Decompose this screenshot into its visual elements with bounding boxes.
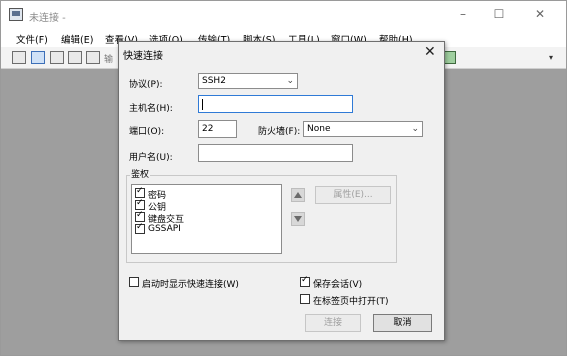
connect-icon[interactable]: [12, 51, 26, 64]
auth-item-label: GSSAPI: [148, 224, 181, 234]
port-value: 22: [202, 124, 214, 134]
chevron-down-icon: ⌄: [286, 76, 294, 86]
hostname-input[interactable]: [198, 95, 353, 113]
keyboard-interactive-checkbox[interactable]: [135, 210, 145, 222]
close-window-button[interactable]: ✕: [529, 5, 551, 23]
gssapi-checkbox[interactable]: [135, 222, 145, 234]
port-label: 端口(O):: [129, 127, 165, 137]
firewall-value: None: [307, 124, 331, 134]
app-window: 未连接 - – ☐ ✕ 文件(F) 编辑(E) 查看(V) 选项(O) 传输(T…: [0, 0, 567, 356]
password-checkbox[interactable]: [135, 186, 145, 198]
toolbar-partial-label: 输: [104, 55, 114, 65]
firewall-label: 防火墙(F):: [258, 127, 301, 137]
minimize-button[interactable]: –: [452, 5, 474, 23]
auth-method-list: 密码 公钥 键盘交互 GSSAPI: [131, 184, 282, 254]
move-up-icon[interactable]: [291, 188, 305, 202]
open-in-tab-label: 在标签页中打开(T): [313, 297, 389, 307]
maximize-button[interactable]: ☐: [488, 5, 510, 23]
show-on-startup-label: 启动时显示快速连接(W): [142, 280, 239, 290]
properties-button[interactable]: 属性(E)...: [315, 186, 391, 204]
protocol-label: 协议(P):: [129, 80, 163, 90]
save-session-label: 保存会话(V): [313, 280, 363, 290]
dialog-title: 快速连接: [123, 51, 163, 62]
disconnect-icon[interactable]: [86, 51, 100, 64]
chevron-down-icon: ⌄: [411, 124, 419, 134]
title-bar: 未连接 - – ☐ ✕: [1, 1, 566, 29]
cancel-button[interactable]: 取消: [373, 314, 432, 332]
save-session-checkbox[interactable]: [300, 275, 310, 287]
username-input[interactable]: [198, 144, 353, 162]
toolbar-overflow-icon[interactable]: ▾: [549, 53, 553, 62]
menu-edit[interactable]: 编辑(E): [61, 32, 93, 46]
port-input[interactable]: 22: [198, 120, 237, 138]
window-title: 未连接 -: [29, 13, 66, 24]
reconnect-icon[interactable]: [68, 51, 82, 64]
app-icon: [9, 8, 23, 21]
open-in-tab-checkbox[interactable]: [300, 294, 310, 304]
quick-connect-dialog: 快速连接 ✕ 协议(P): SSH2 ⌄ 主机名(H): 端口(O): 22 防…: [118, 41, 445, 341]
protocol-select[interactable]: SSH2 ⌄: [198, 73, 298, 89]
protocol-value: SSH2: [202, 76, 226, 86]
connect-tab-icon[interactable]: [50, 51, 64, 64]
connect-button[interactable]: 连接: [305, 314, 361, 332]
hostname-label: 主机名(H):: [129, 104, 173, 114]
publickey-checkbox[interactable]: [135, 198, 145, 210]
auth-group-label: 鉴权: [130, 167, 151, 180]
quick-connect-icon[interactable]: [31, 51, 45, 64]
menu-file[interactable]: 文件(F): [16, 32, 48, 46]
username-label: 用户名(U):: [129, 153, 173, 163]
show-on-startup-checkbox[interactable]: [129, 277, 139, 287]
firewall-select[interactable]: None ⌄: [303, 121, 423, 137]
move-down-icon[interactable]: [291, 212, 305, 226]
text-caret: [202, 99, 203, 110]
dialog-close-icon[interactable]: ✕: [424, 44, 436, 60]
